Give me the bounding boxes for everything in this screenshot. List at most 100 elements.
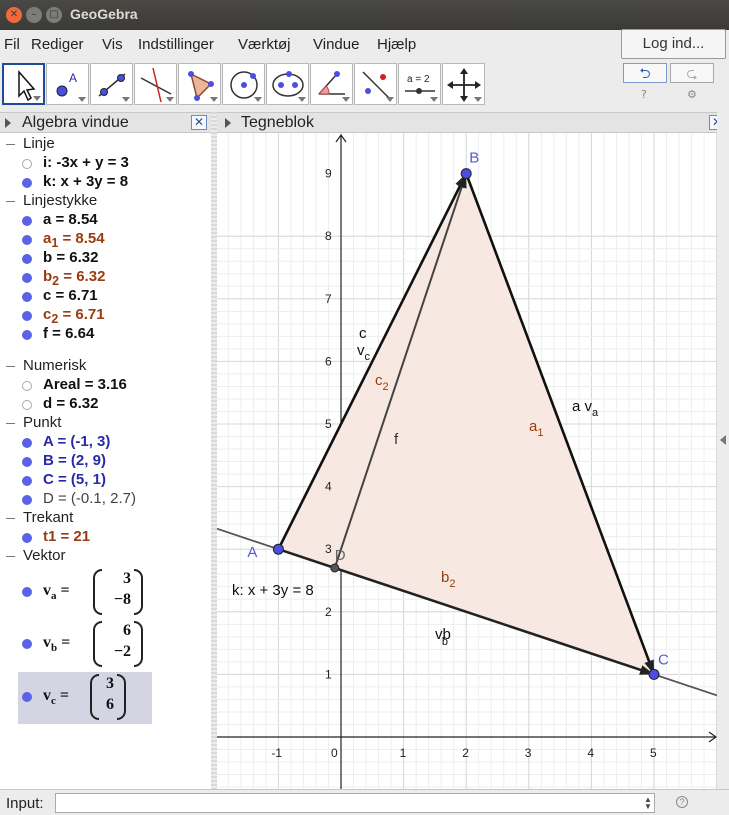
- vector-matrix: 6 −2: [93, 619, 143, 669]
- line-k-label: k: x + 3y = 8: [232, 582, 314, 599]
- visibility-toggle[interactable]: [22, 533, 32, 543]
- algebra-panel-header: Algebra vindue ✕: [0, 112, 211, 133]
- point-B: [460, 168, 472, 180]
- conic-tool-button[interactable]: [266, 63, 309, 105]
- point-tool-button[interactable]: A: [46, 63, 89, 105]
- y-tick-label: 1: [325, 667, 332, 681]
- y-tick-label: 3: [325, 542, 332, 556]
- slider-tool-label: a = 2: [407, 74, 430, 85]
- undo-button[interactable]: ⮌: [623, 63, 667, 83]
- side-panel-handle[interactable]: [717, 112, 729, 789]
- input-history-arrows-icon[interactable]: ▲ ▼: [644, 796, 652, 811]
- y-tick-label: 2: [325, 605, 332, 619]
- visibility-toggle[interactable]: [22, 292, 32, 302]
- visibility-toggle[interactable]: [22, 457, 32, 467]
- visibility-toggle[interactable]: [22, 273, 32, 283]
- visibility-toggle[interactable]: [22, 639, 32, 649]
- close-algebra-panel-button[interactable]: ✕: [191, 115, 207, 130]
- menu-bar: Fil Rediger Vis Indstillinger Værktøj Vi…: [0, 30, 729, 60]
- menu-indstillinger[interactable]: Indstillinger: [138, 36, 214, 53]
- move-view-tool-button[interactable]: [442, 63, 485, 105]
- point-D: [330, 563, 340, 573]
- segment-a-vector-va-label: a va: [572, 398, 599, 419]
- visibility-toggle[interactable]: [22, 235, 32, 245]
- help-icon[interactable]: ?: [641, 88, 647, 101]
- segment-c-label: c: [359, 325, 367, 342]
- visibility-toggle[interactable]: [22, 254, 32, 264]
- graphics-canvas[interactable]: ABCD -1 0 1 2 3 4 5123456789 k: x + 3y = 8 a1 …: [217, 133, 717, 789]
- chevron-left-icon[interactable]: [720, 435, 726, 445]
- menu-hjaelp[interactable]: Hjælp: [377, 36, 416, 53]
- visibility-toggle[interactable]: [22, 159, 32, 169]
- minimize-window-button[interactable]: –: [26, 7, 42, 23]
- perpendicular-tool-button[interactable]: [134, 63, 177, 105]
- panel-collapse-icon[interactable]: [225, 118, 231, 128]
- graphics-view[interactable]: ABCD -1 0 1 2 3 4 5 1 2 3 4 5 6 7 8 9 k: x + 3y = 8 a1 …: [217, 133, 717, 789]
- x-tick-label: 3: [525, 746, 532, 760]
- menu-fil[interactable]: Fil: [4, 36, 20, 53]
- slider-tool-button[interactable]: a = 2: [398, 63, 441, 105]
- y-tick-label: 9: [325, 167, 332, 181]
- visibility-toggle[interactable]: [22, 438, 32, 448]
- visibility-toggle[interactable]: [22, 311, 32, 321]
- move-tool-button[interactable]: [2, 63, 45, 105]
- visibility-toggle[interactable]: [22, 495, 32, 505]
- x-tick-label: 0: [331, 746, 338, 760]
- point-label-D: D: [335, 547, 346, 564]
- menu-vaerktoej[interactable]: Værktøj: [238, 36, 291, 53]
- x-tick-label: 2: [462, 746, 469, 760]
- redo-button[interactable]: ⮎: [670, 63, 714, 83]
- panel-collapse-icon[interactable]: [5, 118, 11, 128]
- input-help-icon[interactable]: ?: [676, 796, 688, 808]
- close-window-button[interactable]: ✕: [6, 7, 22, 23]
- menu-rediger[interactable]: Rediger: [31, 36, 84, 53]
- list-item-selected[interactable]: vc = 3 6: [18, 672, 152, 724]
- visibility-toggle[interactable]: [22, 216, 32, 226]
- vector-matrix: 3 −8: [93, 567, 143, 617]
- y-tick-label: 7: [325, 292, 332, 306]
- vector-matrix: 3 6: [90, 672, 126, 722]
- toolbar: A a = 2 ⮌ ⮎ ? ⚙: [0, 61, 729, 109]
- reflect-tool-button[interactable]: [354, 63, 397, 105]
- point-C: [648, 668, 660, 680]
- y-tick-label: 4: [325, 480, 332, 494]
- settings-gear-icon[interactable]: ⚙: [687, 88, 697, 101]
- graphics-panel-title: Tegneblok: [241, 114, 314, 131]
- menu-vindue[interactable]: Vindue: [313, 36, 359, 53]
- vector-vc-label: vc: [357, 342, 371, 363]
- menu-vis[interactable]: Vis: [102, 36, 123, 53]
- y-tick-label: 6: [325, 354, 332, 368]
- point-tool-label: A: [69, 71, 77, 85]
- x-tick-label: 5: [650, 746, 657, 760]
- vector-vb-label: vbb: [435, 626, 451, 648]
- angle-tool-button[interactable]: [310, 63, 353, 105]
- point-label-A: A: [247, 544, 257, 561]
- graphics-panel-header: Tegneblok ✕: [217, 112, 729, 133]
- point-label-C: C: [658, 651, 669, 668]
- list-item[interactable]: vb = 6 −2: [0, 619, 160, 669]
- visibility-toggle[interactable]: [22, 381, 32, 391]
- y-tick-label: 8: [325, 229, 332, 243]
- y-tick-label: 5: [325, 417, 332, 431]
- list-item[interactable]: va = 3 −8: [0, 567, 160, 617]
- algebra-view: Linje i: -3x + y = 3 k: x + 3y = 8 Linje…: [0, 133, 211, 789]
- line-tool-button[interactable]: [90, 63, 133, 105]
- visibility-toggle[interactable]: [22, 692, 32, 702]
- input-field[interactable]: [55, 793, 655, 813]
- point-label-B: B: [469, 150, 479, 167]
- x-tick-label: 4: [587, 746, 594, 760]
- visibility-toggle[interactable]: [22, 587, 32, 597]
- title-bar: ✕ – □ GeoGebra: [0, 0, 729, 30]
- x-tick-label: 1: [400, 746, 407, 760]
- visibility-toggle[interactable]: [22, 178, 32, 188]
- login-button[interactable]: Log ind...: [621, 29, 726, 59]
- visibility-toggle[interactable]: [22, 400, 32, 410]
- polygon-tool-button[interactable]: [178, 63, 221, 105]
- maximize-window-button[interactable]: □: [46, 7, 62, 23]
- circle-tool-button[interactable]: [222, 63, 265, 105]
- visibility-toggle[interactable]: [22, 330, 32, 340]
- visibility-toggle[interactable]: [22, 476, 32, 486]
- algebra-panel-title: Algebra vindue: [22, 114, 129, 131]
- x-tick-label: -1: [271, 746, 282, 760]
- point-A: [272, 543, 284, 555]
